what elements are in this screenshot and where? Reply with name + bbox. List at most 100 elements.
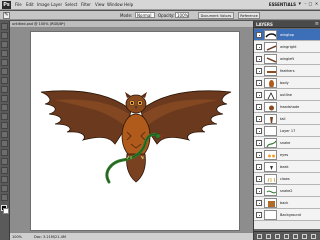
- layer-style-icon[interactable]: [266, 234, 271, 239]
- layer-row[interactable]: feathers: [254, 65, 320, 77]
- move-tool-icon[interactable]: [1, 23, 8, 30]
- lasso-tool-icon[interactable]: [1, 41, 8, 48]
- menu-layer[interactable]: Layer: [51, 2, 62, 7]
- eye-icon[interactable]: [256, 104, 262, 110]
- layer-row[interactable]: claws: [254, 173, 320, 185]
- background-color-swatch[interactable]: [3, 208, 9, 214]
- chevron-down-icon[interactable]: ▾: [298, 1, 301, 7]
- adjustment-layer-icon[interactable]: [284, 234, 289, 239]
- zoom-level[interactable]: 100%: [12, 235, 22, 239]
- layer-row[interactable]: headshade: [254, 101, 320, 113]
- dodge-tool-icon[interactable]: [1, 140, 8, 147]
- brush-tool-icon[interactable]: ✎: [3, 12, 10, 19]
- layer-name: wingright: [280, 45, 297, 49]
- gradient-tool-icon[interactable]: [1, 122, 8, 129]
- reference-button[interactable]: Reference: [238, 12, 260, 19]
- new-group-icon[interactable]: [293, 234, 298, 239]
- layer-name: wingleft: [280, 57, 294, 61]
- eraser-tool-icon[interactable]: [1, 113, 8, 120]
- layer-thumbnail: [264, 126, 277, 136]
- eye-icon[interactable]: [256, 56, 262, 62]
- document-tab[interactable]: untitled.psd @ 100% (RGB/8*): [10, 21, 253, 28]
- menu-image[interactable]: Image: [37, 2, 50, 7]
- pen-tool-icon[interactable]: [1, 149, 8, 156]
- layer-thumbnail: [264, 138, 277, 148]
- history-brush-tool-icon[interactable]: [1, 104, 8, 111]
- mode-select[interactable]: Normal: [135, 12, 155, 18]
- path-select-tool-icon[interactable]: [1, 167, 8, 174]
- layer-thumbnail: [264, 30, 277, 40]
- layer-row[interactable]: back: [254, 197, 320, 209]
- eye-icon[interactable]: [256, 164, 262, 170]
- eye-icon[interactable]: [256, 200, 262, 206]
- layer-row[interactable]: wingleft: [254, 53, 320, 65]
- marquee-tool-icon[interactable]: [1, 32, 8, 39]
- magic-wand-tool-icon[interactable]: [1, 50, 8, 57]
- eye-icon[interactable]: [256, 80, 262, 86]
- layer-name: tail: [280, 117, 286, 121]
- layer-row[interactable]: outline: [254, 89, 320, 101]
- menu-select[interactable]: Select: [65, 2, 77, 7]
- layer-row[interactable]: snake2: [254, 185, 320, 197]
- layers-tab[interactable]: LAYERS: [256, 22, 273, 27]
- menu-window[interactable]: Window: [107, 2, 123, 7]
- layer-thumbnail: [264, 210, 277, 220]
- eye-icon[interactable]: [256, 212, 262, 218]
- layer-thumbnail: [264, 198, 277, 208]
- menu-file[interactable]: File: [15, 2, 22, 7]
- maximize-icon[interactable]: □: [308, 1, 313, 7]
- layer-row[interactable]: wingtop: [254, 29, 320, 41]
- stamp-tool-icon[interactable]: [1, 95, 8, 102]
- layers-panel-header: LAYERS ≡: [254, 21, 320, 28]
- document-tab-label: untitled.psd @ 100% (RGB/8*): [12, 22, 66, 26]
- menu-filter[interactable]: Filter: [81, 2, 91, 7]
- layer-name: headshade: [280, 105, 300, 109]
- brush-tool-icon[interactable]: [1, 86, 8, 93]
- new-layer-icon[interactable]: [302, 234, 307, 239]
- eye-icon[interactable]: [256, 140, 262, 146]
- layer-row[interactable]: wingright: [254, 41, 320, 53]
- menu-edit[interactable]: Edit: [26, 2, 34, 7]
- healing-tool-icon[interactable]: [1, 77, 8, 84]
- eye-icon[interactable]: [256, 32, 262, 38]
- opacity-field[interactable]: 100%: [175, 12, 189, 18]
- crop-tool-icon[interactable]: [1, 59, 8, 66]
- layer-mask-icon[interactable]: [275, 234, 280, 239]
- layer-row[interactable]: snake: [254, 137, 320, 149]
- layer-row[interactable]: eyes: [254, 149, 320, 161]
- layer-thumbnail: [264, 42, 277, 52]
- eye-icon[interactable]: [256, 152, 262, 158]
- layer-name: back: [280, 201, 289, 205]
- close-icon[interactable]: ✕: [314, 1, 319, 7]
- panel-menu-icon[interactable]: ≡: [315, 21, 319, 27]
- eye-icon[interactable]: [256, 116, 262, 122]
- workspace-switcher[interactable]: ESSENTIALS: [269, 2, 296, 7]
- shape-tool-icon[interactable]: [1, 176, 8, 183]
- hand-tool-icon[interactable]: [1, 185, 8, 192]
- document-values-button[interactable]: Document Values: [198, 12, 234, 19]
- eye-icon[interactable]: [256, 128, 262, 134]
- layer-row[interactable]: Layer 17: [254, 125, 320, 137]
- layer-row[interactable]: beak: [254, 161, 320, 173]
- blur-tool-icon[interactable]: [1, 131, 8, 138]
- menu-help[interactable]: Help: [124, 2, 133, 7]
- canvas[interactable]: [30, 31, 240, 231]
- eye-icon[interactable]: [256, 176, 262, 182]
- layer-row[interactable]: tail: [254, 113, 320, 125]
- eye-icon[interactable]: [256, 188, 262, 194]
- layer-row[interactable]: body: [254, 77, 320, 89]
- layer-name: body: [280, 81, 289, 85]
- menu-view[interactable]: View: [95, 2, 105, 7]
- status-bar: 100% Doc: 3.21M/21.4M: [10, 232, 253, 240]
- eye-icon[interactable]: [256, 44, 262, 50]
- type-tool-icon[interactable]: [1, 158, 8, 165]
- link-layers-icon[interactable]: [257, 234, 262, 239]
- layer-name: beak: [280, 165, 289, 169]
- layer-name: snake: [280, 141, 291, 145]
- eyedropper-tool-icon[interactable]: [1, 68, 8, 75]
- trash-icon[interactable]: [311, 234, 316, 239]
- zoom-tool-icon[interactable]: [1, 194, 8, 201]
- eye-icon[interactable]: [256, 92, 262, 98]
- eye-icon[interactable]: [256, 68, 262, 74]
- layer-row[interactable]: Background: [254, 209, 320, 221]
